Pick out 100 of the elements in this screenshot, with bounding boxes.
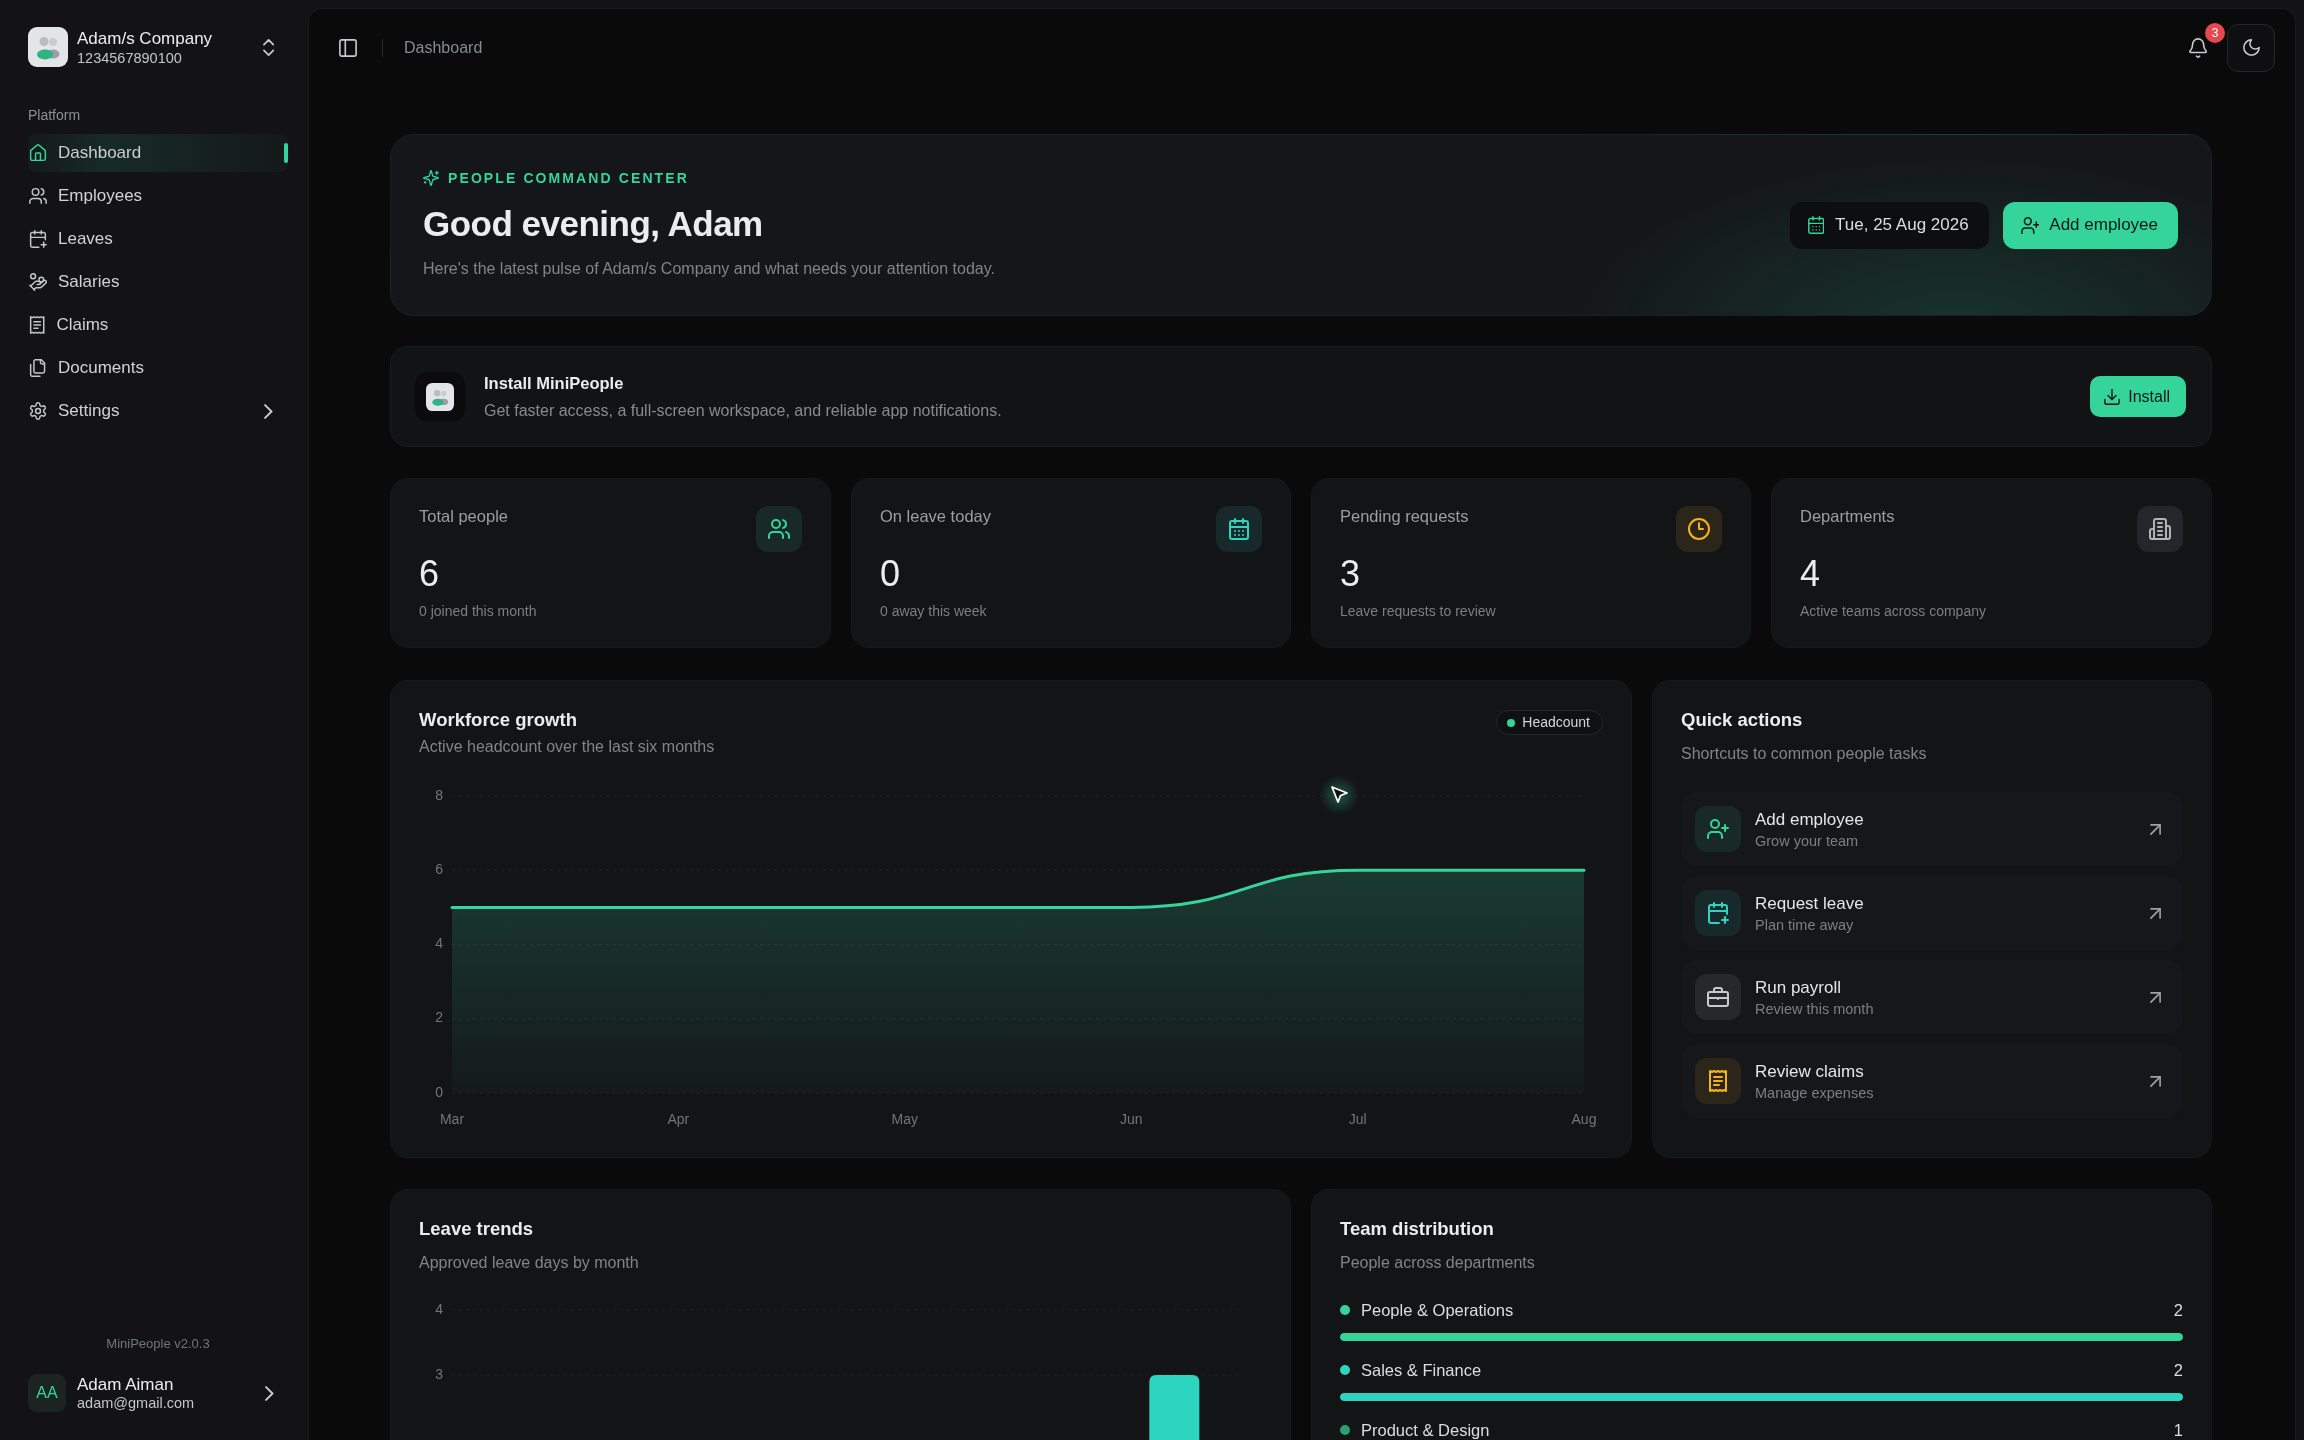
stat-note: 0 away this week bbox=[880, 602, 988, 620]
department-count: 2 bbox=[2173, 1299, 2183, 1321]
users-icon bbox=[29, 187, 47, 205]
nav-item[interactable]: Settings bbox=[28, 392, 288, 430]
section-label: Platform bbox=[28, 106, 82, 125]
x-axis-label: Mar bbox=[439, 1110, 465, 1127]
calendar-plus-icon bbox=[29, 230, 47, 248]
stat-label: On leave today bbox=[880, 506, 991, 527]
greeting-title: Good evening, Adam bbox=[423, 203, 764, 245]
users-icon bbox=[756, 506, 802, 552]
arrow-up-right-icon bbox=[2150, 991, 2161, 1003]
x-axis-label: Aug bbox=[1571, 1110, 1597, 1127]
y-axis-label: 2 bbox=[435, 1009, 443, 1026]
card-subtitle: Shortcuts to common people tasks bbox=[1681, 744, 1928, 764]
nav-item[interactable]: Dashboard bbox=[28, 134, 288, 172]
y-axis-label: 4 bbox=[435, 935, 443, 952]
app-logo-icon bbox=[415, 371, 465, 422]
date-text: Tue, 25 Aug 2026 bbox=[1835, 214, 1969, 237]
stat-value: 0 bbox=[880, 552, 902, 596]
card-subtitle: People across departments bbox=[1340, 1253, 1536, 1273]
calendar-icon bbox=[1807, 216, 1825, 234]
sidebar-toggle-button[interactable] bbox=[338, 37, 358, 58]
stat-value: 6 bbox=[419, 552, 441, 596]
settings-icon bbox=[29, 402, 47, 420]
user-plus-icon bbox=[1695, 806, 1741, 852]
avatar: AA bbox=[28, 1374, 66, 1412]
theme-toggle-button[interactable] bbox=[2227, 23, 2275, 72]
quick-action-item[interactable]: Add employee Grow your team bbox=[1681, 792, 2183, 866]
y-axis-label: 6 bbox=[435, 860, 443, 877]
nav-item[interactable]: Leaves bbox=[28, 220, 288, 258]
receipt-icon bbox=[1695, 1058, 1741, 1104]
company-name: Adam/s Company bbox=[77, 27, 213, 49]
clock-icon bbox=[1676, 506, 1722, 552]
stat-label: Total people bbox=[419, 506, 509, 527]
eyebrow-label: PEOPLE COMMAND CENTER bbox=[448, 169, 689, 187]
x-axis-label: Apr bbox=[667, 1110, 690, 1127]
department-name: Product & Design bbox=[1361, 1419, 1490, 1440]
stat-label: Departments bbox=[1800, 506, 1896, 527]
chart-subtitle: Approved leave days by month bbox=[419, 1253, 640, 1273]
chart-title: Leave trends bbox=[419, 1217, 535, 1241]
install-button[interactable]: Install bbox=[2090, 376, 2186, 417]
nav-item[interactable]: Claims bbox=[28, 306, 288, 344]
files-icon bbox=[29, 359, 47, 377]
department-name: People & Operations bbox=[1361, 1299, 1514, 1321]
chevron-right-icon[interactable] bbox=[265, 1385, 274, 1401]
calendar-icon bbox=[1216, 506, 1262, 552]
y-axis-label: 3 bbox=[435, 1365, 443, 1382]
chevrons-up-down-icon[interactable] bbox=[262, 38, 274, 56]
arrow-up-right-icon bbox=[2150, 907, 2161, 919]
x-axis-label: Jun bbox=[1119, 1110, 1143, 1127]
building-icon bbox=[2137, 506, 2183, 552]
briefcase-icon bbox=[1695, 974, 1741, 1020]
nav-item[interactable]: Salaries bbox=[28, 263, 288, 301]
chart-bar bbox=[1149, 1375, 1200, 1440]
company-logo-icon bbox=[28, 27, 68, 67]
hero-subtitle: Here's the latest pulse of Adam/s Company and what needs your attention today. bbox=[423, 259, 995, 279]
chart-subtitle: Active headcount over the last six months bbox=[419, 737, 715, 757]
nav-item[interactable]: Employees bbox=[28, 177, 288, 215]
stat-note: Leave requests to review bbox=[1340, 602, 1496, 620]
user-name: Adam Aiman bbox=[77, 1374, 175, 1395]
card-title: Team distribution bbox=[1340, 1217, 1495, 1241]
arrow-up-right-icon bbox=[2150, 823, 2161, 835]
hand-coins-icon bbox=[29, 273, 47, 291]
cursor-icon bbox=[1319, 775, 1359, 815]
moon-icon bbox=[2242, 39, 2260, 56]
home-icon bbox=[29, 144, 47, 162]
notification-badge: 3 bbox=[2205, 22, 2225, 43]
y-axis-label: 8 bbox=[435, 786, 443, 803]
arrow-up-right-icon bbox=[2150, 1075, 2161, 1087]
quick-action-item[interactable]: Review claims Manage expenses bbox=[1681, 1044, 2183, 1118]
breadcrumb: Dashboard bbox=[404, 37, 483, 58]
stat-note: Active teams across company bbox=[1800, 602, 1986, 620]
quick-action-item[interactable]: Run payroll Review this month bbox=[1681, 960, 2183, 1034]
install-title: Install MiniPeople bbox=[484, 372, 625, 394]
stat-label: Pending requests bbox=[1340, 506, 1470, 527]
download-icon bbox=[2104, 388, 2121, 405]
y-axis-label: 4 bbox=[435, 1300, 443, 1317]
active-indicator bbox=[284, 143, 288, 163]
add-employee-button[interactable]: Add employee bbox=[2002, 201, 2178, 249]
receipt-icon bbox=[29, 316, 46, 334]
user-plus-icon bbox=[2020, 216, 2040, 234]
stat-note: 0 joined this month bbox=[419, 602, 537, 620]
legend-label: Headcount bbox=[1522, 713, 1590, 732]
department-name: Sales & Finance bbox=[1361, 1359, 1482, 1381]
department-count: 1 bbox=[2173, 1419, 2183, 1440]
user-email: adam@gmail.com bbox=[77, 1395, 195, 1412]
calendar-plus-icon bbox=[1695, 890, 1741, 936]
y-axis-label: 0 bbox=[435, 1083, 443, 1100]
department-count: 2 bbox=[2173, 1359, 2183, 1381]
panel-icon bbox=[339, 38, 357, 57]
install-description: Get faster access, a full-screen workspace, and reliable app notifications. bbox=[484, 400, 1002, 421]
x-axis-label: Jul bbox=[1348, 1110, 1367, 1127]
stat-value: 4 bbox=[1800, 552, 1822, 596]
card-title: Quick actions bbox=[1681, 708, 1804, 732]
quick-action-item[interactable]: Request leave Plan time away bbox=[1681, 876, 2183, 950]
company-id: 1234567890100 bbox=[77, 48, 183, 67]
chart-title: Workforce growth bbox=[419, 708, 578, 732]
x-axis-label: May bbox=[891, 1110, 919, 1127]
nav-item[interactable]: Documents bbox=[28, 349, 288, 387]
bell-icon bbox=[2188, 37, 2208, 58]
